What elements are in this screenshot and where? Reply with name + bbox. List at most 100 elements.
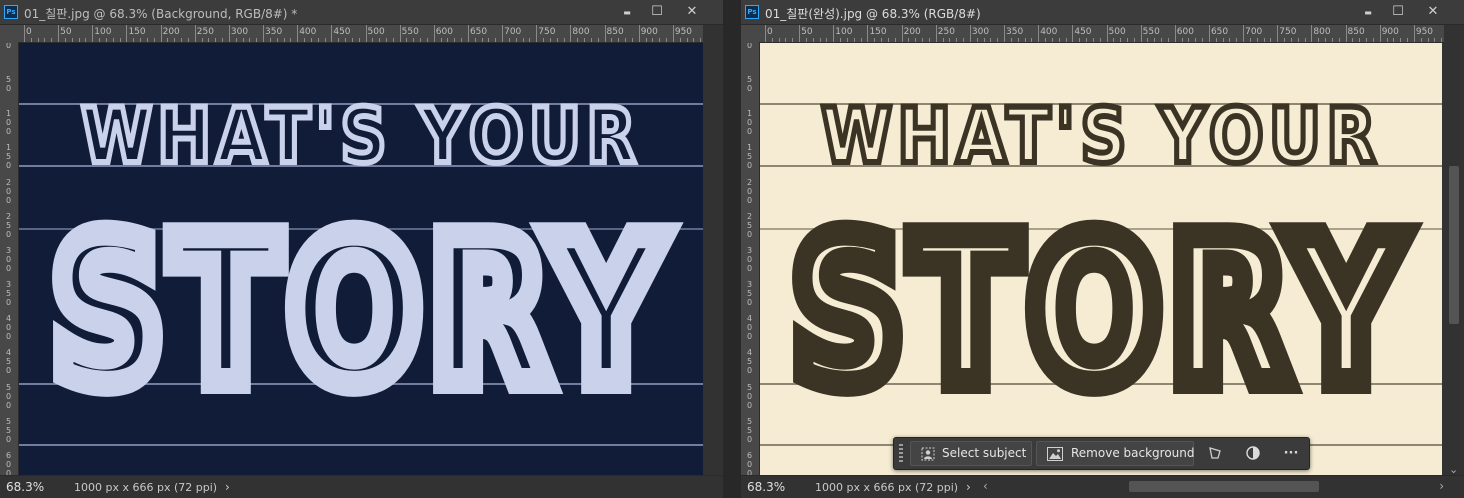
ruler-label: 0 xyxy=(6,43,12,50)
ruler-tick xyxy=(792,38,794,42)
adjustment-button[interactable] xyxy=(1241,441,1265,466)
ruler-tick xyxy=(686,38,688,42)
document-canvas-right[interactable]: WHAT'S YOUR STORY xyxy=(760,43,1442,475)
ruler-label: 550 xyxy=(1142,27,1160,37)
contextual-task-bar[interactable]: Select subject Remove background ··· xyxy=(893,437,1310,470)
ruler-tick xyxy=(563,38,565,42)
remove-background-button[interactable]: Remove background xyxy=(1036,441,1195,466)
ruler-label: 250 xyxy=(747,211,753,239)
status-menu-arrow[interactable]: › xyxy=(966,480,971,494)
ruler-tick xyxy=(1065,38,1067,42)
zoom-level[interactable]: 68.3% xyxy=(747,480,785,494)
ruler-tick xyxy=(187,38,189,42)
ruler-tick xyxy=(92,25,94,42)
ruler-tick xyxy=(1318,38,1320,42)
ruler-tick xyxy=(112,38,114,42)
document-canvas-left[interactable]: WHAT'S YOUR STORY xyxy=(19,43,703,475)
drag-handle[interactable] xyxy=(899,444,903,464)
ruler-label: 500 xyxy=(367,27,385,37)
ruler-corner[interactable] xyxy=(0,25,18,43)
document-window-right[interactable]: Ps 01_칠판(완성).jpg @ 68.3% (RGB/8#) ▬ ☐ ✕ … xyxy=(741,0,1464,498)
ruler-tick xyxy=(1379,25,1381,42)
ruler-tick xyxy=(1072,25,1074,42)
vertical-scrollbar-left[interactable] xyxy=(703,43,723,476)
ruler-tick xyxy=(672,25,674,42)
scroll-left-icon[interactable]: ‹ xyxy=(983,479,988,493)
ruler-corner[interactable] xyxy=(741,25,759,43)
vertical-scrollbar-right[interactable]: ⌄ xyxy=(1444,43,1464,476)
ruler-tick xyxy=(488,38,490,42)
ruler-label: 100 xyxy=(835,27,853,37)
ruler-tick xyxy=(666,38,668,42)
close-icon: ✕ xyxy=(1427,4,1439,19)
ruler-tick xyxy=(1133,38,1135,42)
ruler-tick xyxy=(51,38,53,42)
select-subject-icon xyxy=(921,447,935,461)
document-tab-left[interactable]: Ps 01_칠판.jpg @ 68.3% (Background, RGB/8#… xyxy=(0,0,723,25)
ruler-label: 150 xyxy=(6,143,12,171)
ruler-tick xyxy=(37,38,39,42)
ruler-tick xyxy=(1092,38,1094,42)
ruler-tick xyxy=(922,38,924,42)
ruler-tick xyxy=(1427,38,1429,42)
ruler-tick xyxy=(874,38,876,42)
ruler-tick xyxy=(1161,38,1163,42)
ruler-tick xyxy=(765,25,766,42)
ruler-tick xyxy=(228,25,230,42)
ruler-tick xyxy=(331,25,333,42)
vertical-ruler[interactable]: 0 50 100 150 200 250 300 350 400 450 500 550 600 xyxy=(0,43,19,476)
document-tab-right[interactable]: Ps 01_칠판(완성).jpg @ 68.3% (RGB/8#) ▬ ☐ ✕ xyxy=(741,0,1464,25)
ruler-tick xyxy=(846,38,848,42)
ruler-tick xyxy=(1038,25,1040,42)
ruler-tick xyxy=(1407,38,1409,42)
ruler-label: 50 xyxy=(60,27,72,37)
ruler-tick xyxy=(379,38,381,42)
ruler-tick xyxy=(181,38,183,42)
ruler-tick xyxy=(99,38,101,42)
status-menu-arrow[interactable]: › xyxy=(225,480,230,494)
ruler-tick xyxy=(58,25,60,42)
minimize-button[interactable]: ▬ xyxy=(612,2,642,22)
maximize-button[interactable]: ☐ xyxy=(1383,2,1413,22)
remove-background-label: Remove background xyxy=(1071,446,1195,460)
scroll-right-icon[interactable]: › xyxy=(1439,479,1444,493)
horizontal-ruler[interactable]: 0 50 100 150 200 250 300 350 400 450 500 550 600 650 7… xyxy=(18,25,703,43)
horizontal-scroll-thumb[interactable] xyxy=(1129,481,1319,492)
ruler-tick xyxy=(1345,25,1347,42)
ruler-tick xyxy=(1297,38,1299,42)
horizontal-ruler[interactable]: 0 50 100 150 200 250 300 350 400 450 500 550 600 650 7… xyxy=(759,25,1444,43)
horizontal-scrollbar[interactable]: ‹ › xyxy=(983,477,1444,497)
vertical-scroll-thumb[interactable] xyxy=(1449,166,1459,324)
zoom-level[interactable]: 68.3% xyxy=(6,480,44,494)
maximize-button[interactable]: ☐ xyxy=(642,2,672,22)
ruler-label: 750 xyxy=(538,27,556,37)
ruler-tick xyxy=(406,38,408,42)
transform-button[interactable] xyxy=(1203,441,1227,466)
ruler-label: 600 xyxy=(6,450,12,476)
photoshop-icon: Ps xyxy=(4,5,18,19)
chalkboard-image: WHAT'S YOUR STORY xyxy=(19,43,703,475)
headline-line1: WHAT'S YOUR xyxy=(81,91,641,180)
ruler-tick xyxy=(338,38,340,42)
ruler-label: 450 xyxy=(747,348,753,376)
ruler-tick xyxy=(840,38,842,42)
ruler-tick xyxy=(201,38,203,42)
headline-line1: WHAT'S YOUR xyxy=(821,91,1381,180)
ruler-tick xyxy=(413,38,415,42)
document-dimensions: 1000 px x 666 px (72 ppi) xyxy=(74,481,218,494)
close-button[interactable]: ✕ xyxy=(677,2,707,22)
ruler-tick xyxy=(1079,38,1081,42)
more-options-button[interactable]: ··· xyxy=(1279,441,1303,466)
ruler-label: 500 xyxy=(6,382,12,410)
ruler-label: 550 xyxy=(747,416,753,444)
ruler-label: 350 xyxy=(6,280,12,308)
ruler-tick xyxy=(990,38,992,42)
select-subject-button[interactable]: Select subject xyxy=(910,441,1032,466)
close-button[interactable]: ✕ xyxy=(1418,2,1448,22)
ruler-label: 150 xyxy=(869,27,887,37)
vertical-ruler[interactable]: 0 50 100 150 200 250 300 350 400 450 500 550 600 xyxy=(741,43,760,476)
minimize-button[interactable]: ▬ xyxy=(1353,2,1383,22)
ruler-label: 400 xyxy=(747,314,753,342)
document-dimensions: 1000 px x 666 px (72 ppi) xyxy=(815,481,959,494)
document-window-left[interactable]: Ps 01_칠판.jpg @ 68.3% (Background, RGB/8#… xyxy=(0,0,723,498)
